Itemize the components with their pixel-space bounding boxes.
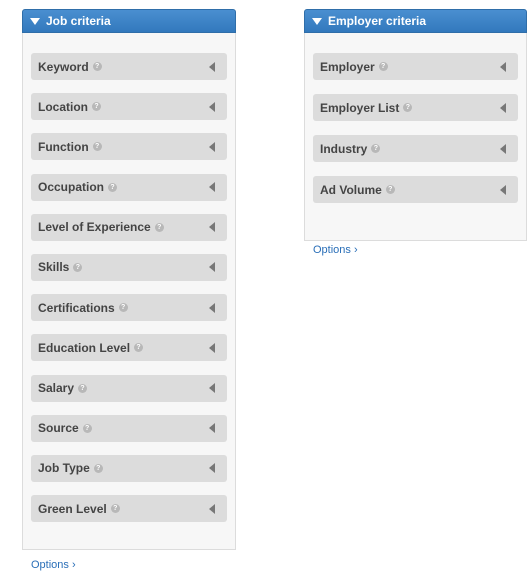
help-icon[interactable]: ? — [92, 102, 101, 112]
caret-left-icon[interactable] — [500, 61, 506, 72]
criteria-item-salary[interactable]: Salary? — [31, 374, 227, 402]
criteria-item-location[interactable]: Location? — [31, 93, 227, 121]
criteria-label: Source — [38, 421, 79, 436]
criteria-label: Industry — [320, 141, 368, 156]
employer-options-link[interactable]: Options › — [313, 244, 358, 256]
caret-left-icon[interactable] — [209, 302, 215, 313]
caret-left-icon[interactable] — [209, 182, 215, 193]
caret-left-icon[interactable] — [500, 143, 506, 154]
caret-left-icon[interactable] — [209, 222, 215, 233]
help-icon[interactable]: ? — [82, 423, 92, 433]
job-criteria-list: Keyword? Location? Function? Occupation?… — [31, 53, 227, 535]
criteria-item-function[interactable]: Function? — [31, 133, 227, 161]
help-icon[interactable]: ? — [403, 103, 413, 112]
criteria-item-level-of-experience[interactable]: Level of Experience? — [31, 213, 227, 241]
caret-left-icon[interactable] — [209, 463, 215, 474]
job-criteria-title: Job criteria — [46, 14, 111, 28]
caret-down-icon — [30, 17, 40, 25]
job-criteria-header[interactable]: Job criteria — [22, 9, 236, 33]
criteria-label: Skills — [38, 260, 70, 275]
caret-left-icon[interactable] — [500, 102, 506, 113]
criteria-label: Employer List — [320, 100, 400, 115]
criteria-label: Function — [38, 139, 89, 154]
help-icon[interactable]: ? — [385, 185, 395, 194]
help-icon[interactable]: ? — [118, 303, 128, 313]
employer-criteria-panel: Employer criteria Employer? Employer Lis… — [304, 9, 527, 256]
caret-left-icon[interactable] — [209, 423, 215, 434]
criteria-item-job-type[interactable]: Job Type? — [31, 454, 227, 482]
caret-left-icon[interactable] — [209, 61, 215, 72]
help-icon[interactable]: ? — [92, 142, 102, 152]
caret-left-icon[interactable] — [209, 101, 215, 112]
employer-criteria-header[interactable]: Employer criteria — [304, 9, 527, 33]
caret-left-icon[interactable] — [209, 503, 215, 514]
criteria-item-occupation[interactable]: Occupation? — [31, 173, 227, 201]
criteria-label: Occupation — [38, 180, 105, 195]
criteria-item-employer[interactable]: Employer? — [313, 53, 518, 80]
help-icon[interactable]: ? — [92, 62, 102, 71]
help-icon[interactable]: ? — [371, 144, 381, 153]
criteria-item-skills[interactable]: Skills? — [31, 253, 227, 281]
help-icon[interactable]: ? — [134, 343, 144, 353]
criteria-label: Job Type — [38, 461, 90, 476]
job-criteria-body: Keyword? Location? Function? Occupation?… — [22, 33, 236, 571]
help-icon[interactable]: ? — [108, 182, 118, 192]
caret-left-icon[interactable] — [500, 184, 506, 195]
help-icon[interactable]: ? — [73, 262, 83, 272]
help-icon[interactable]: ? — [378, 62, 388, 71]
criteria-label: Keyword — [38, 59, 89, 74]
criteria-label: Green Level — [38, 501, 107, 516]
criteria-item-ad-volume[interactable]: Ad Volume? — [313, 176, 518, 203]
criteria-label: Education Level — [38, 340, 131, 355]
criteria-label: Employer — [320, 59, 375, 74]
criteria-label: Location — [38, 99, 88, 114]
caret-left-icon[interactable] — [209, 141, 215, 152]
caret-left-icon[interactable] — [209, 262, 215, 273]
criteria-label: Level of Experience — [38, 220, 151, 235]
criteria-item-industry[interactable]: Industry? — [313, 135, 518, 162]
criteria-label: Salary — [38, 381, 75, 395]
job-criteria-panel: Job criteria Keyword? Location? Function… — [22, 9, 236, 571]
employer-criteria-body: Employer? Employer List? Industry? Ad Vo… — [304, 33, 527, 256]
employer-criteria-title: Employer criteria — [328, 14, 427, 28]
caret-down-icon — [312, 17, 322, 25]
criteria-label: Ad Volume — [320, 182, 382, 197]
employer-criteria-list: Employer? Employer List? Industry? Ad Vo… — [313, 53, 518, 217]
criteria-item-employer-list[interactable]: Employer List? — [313, 94, 518, 121]
criteria-item-education-level[interactable]: Education Level? — [31, 334, 227, 362]
caret-left-icon[interactable] — [209, 342, 215, 353]
job-options-link[interactable]: Options › — [31, 559, 76, 571]
help-icon[interactable]: ? — [78, 383, 88, 393]
help-icon[interactable]: ? — [154, 222, 164, 232]
criteria-item-certifications[interactable]: Certifications? — [31, 294, 227, 322]
help-icon[interactable]: ? — [110, 504, 120, 514]
criteria-item-green-level[interactable]: Green Level? — [31, 495, 227, 523]
criteria-label: Certifications — [38, 300, 115, 315]
criteria-item-keyword[interactable]: Keyword? — [31, 53, 227, 80]
criteria-item-source[interactable]: Source? — [31, 414, 227, 442]
help-icon[interactable]: ? — [93, 463, 103, 473]
caret-left-icon[interactable] — [209, 383, 215, 393]
